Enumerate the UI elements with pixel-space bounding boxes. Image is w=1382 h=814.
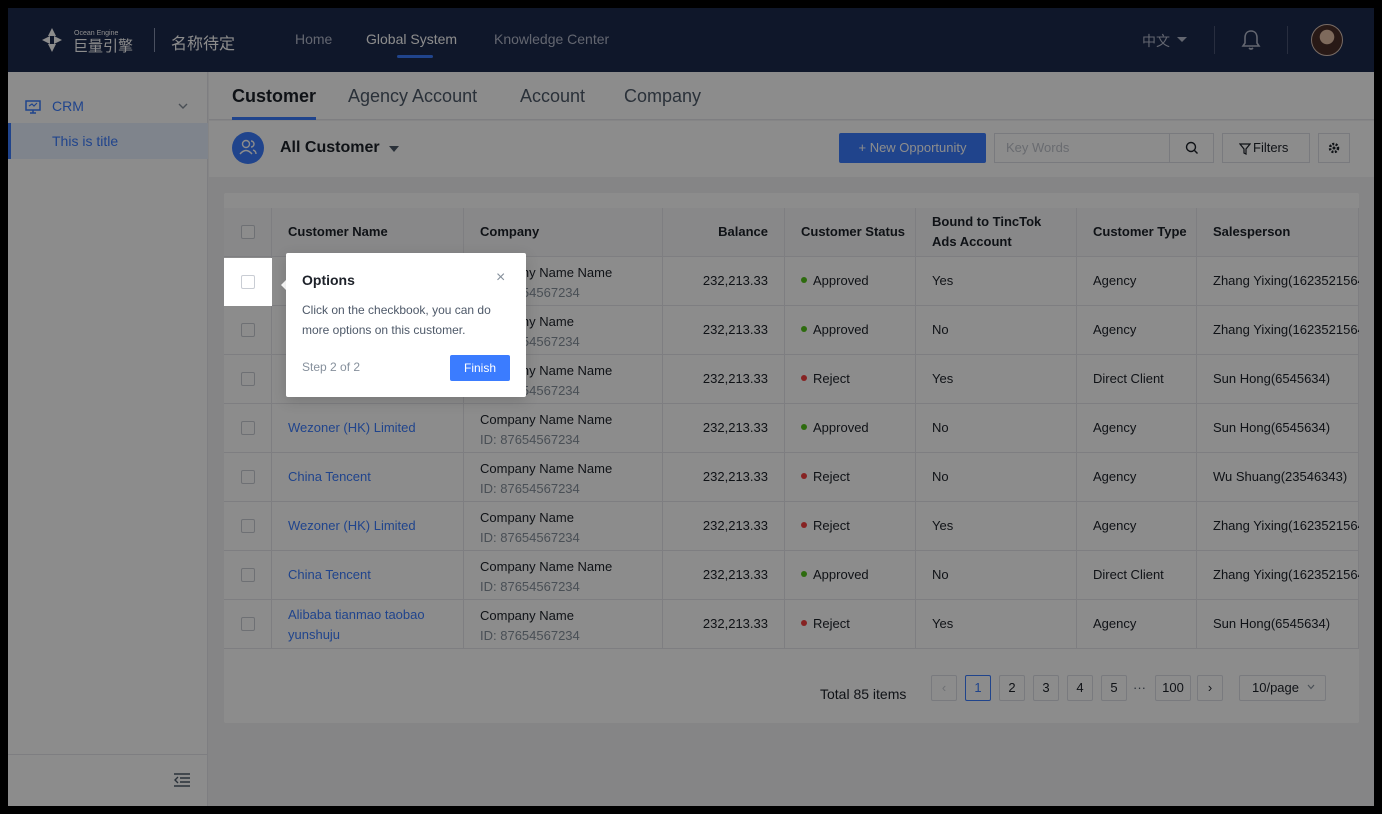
finish-button[interactable]: Finish [450,355,510,381]
tour-popover: Options × Click on the checkbook, you ca… [286,253,526,397]
popover-body: Click on the checkbook, you can do more … [302,303,491,337]
close-icon[interactable]: × [496,270,505,286]
row-checkbox[interactable] [241,275,255,289]
popover-title: Options [302,272,355,288]
tour-overlay-mask[interactable] [8,8,1374,806]
popover-step: Step 2 of 2 [302,360,361,374]
app-frame: Ocean Engine 巨量引擎 名称待定 Home Global Syste… [8,8,1374,806]
tour-spotlight [224,258,272,306]
